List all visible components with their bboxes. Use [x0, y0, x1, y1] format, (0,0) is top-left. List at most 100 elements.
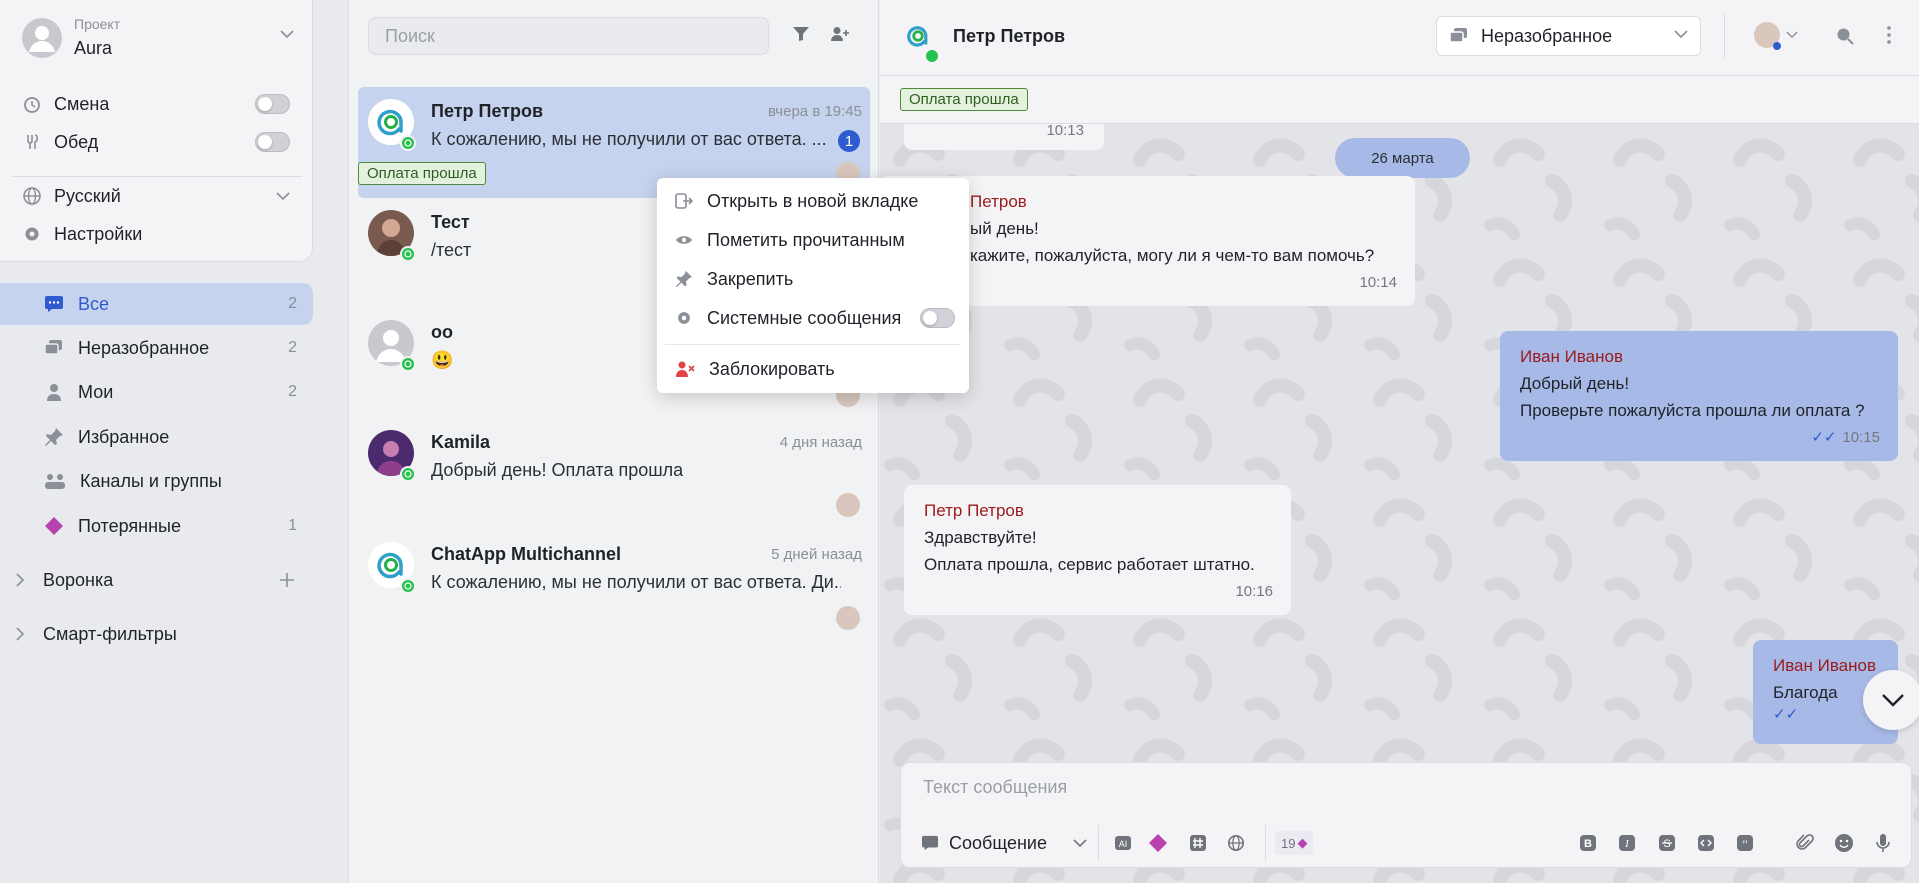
globe-icon: [22, 186, 42, 206]
nav-item-favorites[interactable]: Избранное: [0, 416, 313, 458]
tag-bar: Оплата прошла: [880, 76, 1919, 124]
bold-icon[interactable]: B: [1576, 831, 1600, 855]
code-icon[interactable]: [1694, 831, 1718, 855]
add-user-icon[interactable]: [830, 26, 850, 42]
message-bubble-outgoing: Иван Иванов Добрый день! Проверьте пожал…: [1500, 331, 1898, 461]
search-input[interactable]: [368, 17, 769, 55]
block-user-icon: [675, 360, 695, 378]
online-dot: [1773, 42, 1781, 50]
menu-pin[interactable]: Закрепить: [675, 264, 955, 294]
chat-bubble-icon: [921, 835, 939, 851]
group-label: Воронка: [43, 569, 114, 590]
system-messages-toggle[interactable]: [920, 308, 955, 328]
ai-icon[interactable]: AI: [1111, 831, 1135, 855]
nav-item-unsorted[interactable]: Неразобранное 2: [0, 327, 313, 369]
chat-time: вчера в 19:45: [768, 103, 862, 120]
settings-link[interactable]: Настройки: [22, 220, 290, 248]
divider: [1724, 14, 1725, 58]
strikethrough-icon[interactable]: S: [1655, 831, 1679, 855]
whatsapp-icon: [400, 578, 416, 594]
quote-icon[interactable]: ": [1733, 831, 1757, 855]
plus-icon[interactable]: [279, 572, 295, 588]
emoji-icon[interactable]: [1832, 831, 1856, 855]
more-vertical-icon[interactable]: [1887, 26, 1891, 44]
message-time: 10:13: [1046, 122, 1084, 139]
menu-label: Закрепить: [707, 268, 794, 289]
assignee-avatar: [836, 493, 860, 517]
microphone-icon[interactable]: [1871, 831, 1895, 855]
menu-divider: [665, 344, 961, 345]
chevron-down-icon[interactable]: [1786, 31, 1798, 39]
contact-name: Петр Петров: [953, 26, 1066, 46]
gear-icon: [22, 224, 42, 244]
pin-icon: [675, 270, 693, 288]
language-label: Русский: [54, 185, 121, 206]
divider: [1265, 825, 1266, 861]
message-line: Проверьте пожалуйста прошла ли оплата ?: [1520, 401, 1865, 420]
menu-block[interactable]: Заблокировать: [675, 354, 955, 384]
project-selector[interactable]: Проект Aura: [22, 16, 294, 62]
globe-icon[interactable]: [1224, 831, 1248, 855]
message-composer: Сообщение AI 19◆ B I S ": [900, 762, 1912, 868]
message-author: Иван Иванов: [1520, 347, 1624, 366]
nav-item-mine[interactable]: Мои 2: [0, 371, 313, 413]
nav-item-channels[interactable]: Каналы и группы: [0, 460, 313, 502]
chat-context-menu: Открыть в новой вкладке Пометить прочита…: [657, 178, 969, 393]
message-line: ый день!: [970, 219, 1039, 238]
filter-icon[interactable]: [792, 26, 810, 42]
scroll-to-bottom-button[interactable]: [1863, 670, 1919, 730]
menu-system-messages[interactable]: Системные сообщения: [675, 303, 955, 333]
status-dropdown[interactable]: Неразобранное: [1436, 16, 1701, 56]
menu-label: Открыть в новой вкладке: [707, 190, 919, 211]
menu-mark-read[interactable]: Пометить прочитанным: [675, 225, 955, 255]
left-sidebar: Проект Aura Смена Обед Русский Настройки…: [0, 0, 348, 883]
alarm-clock-icon: [22, 94, 42, 114]
search-icon[interactable]: [1836, 27, 1854, 45]
chat-preview: К сожалению, мы не получили от вас ответ…: [431, 572, 841, 592]
attachment-icon[interactable]: [1793, 831, 1817, 855]
nav-label: Каналы и группы: [80, 470, 222, 491]
chevron-down-icon: [280, 30, 294, 39]
diamond-icon[interactable]: [1146, 831, 1170, 855]
chevron-right-icon: [16, 627, 25, 641]
chat-preview: Добрый день! Оплата прошла: [431, 460, 684, 480]
whatsapp-icon: [924, 48, 940, 64]
nav-item-all[interactable]: Все 2: [0, 283, 313, 325]
date-divider: 26 марта: [1335, 138, 1470, 178]
message-type-selector[interactable]: Сообщение: [921, 829, 1087, 857]
message-time: 10:16: [1235, 583, 1273, 600]
message-line: Добрый день!: [1520, 374, 1630, 393]
whatsapp-icon: [400, 356, 416, 372]
inbox-stack-icon: [1449, 27, 1469, 45]
nav-item-lost[interactable]: Потерянные 1: [0, 505, 313, 547]
shift-row: Смена: [22, 90, 290, 118]
open-tab-icon: [675, 192, 693, 210]
svg-text:S: S: [1663, 838, 1670, 850]
language-selector[interactable]: Русский: [22, 182, 290, 210]
group-smart-filters[interactable]: Смарт-фильтры: [0, 614, 313, 654]
message-input[interactable]: [901, 763, 1911, 811]
workspace-card: Проект Aura Смена Обед Русский Настройки: [0, 0, 313, 262]
message-author: Петр Петров: [924, 501, 1024, 520]
lunch-icon: [22, 132, 42, 152]
chat-item[interactable]: Kamila 4 дня назад Добрый день! Оплата п…: [358, 418, 870, 530]
lunch-toggle[interactable]: [255, 132, 290, 152]
diamond-icon: ◆: [1297, 835, 1308, 850]
svg-text:B: B: [1584, 838, 1592, 850]
conversation-header: Петр Петров Неразобранное: [880, 0, 1919, 76]
group-funnel[interactable]: Воронка: [0, 560, 313, 600]
italic-icon[interactable]: I: [1615, 831, 1639, 855]
shift-toggle[interactable]: [255, 94, 290, 114]
menu-open-new-tab[interactable]: Открыть в новой вкладке: [675, 186, 955, 216]
chevron-down-icon: [1073, 838, 1087, 848]
nav-label: Избранное: [78, 426, 170, 447]
hashtag-icon[interactable]: [1186, 831, 1210, 855]
chat-item[interactable]: ChatApp Multichannel 5 дней назад К сожа…: [358, 530, 870, 642]
chevron-down-icon: [276, 192, 290, 201]
message-line: Оплата прошла, сервис работает штатно.: [924, 555, 1255, 574]
group-icon: [44, 472, 66, 490]
pin-icon: [44, 427, 64, 447]
chevron-down-icon: [1881, 693, 1905, 707]
conversation-tag[interactable]: Оплата прошла: [900, 88, 1028, 111]
nav-count: 2: [288, 295, 297, 312]
